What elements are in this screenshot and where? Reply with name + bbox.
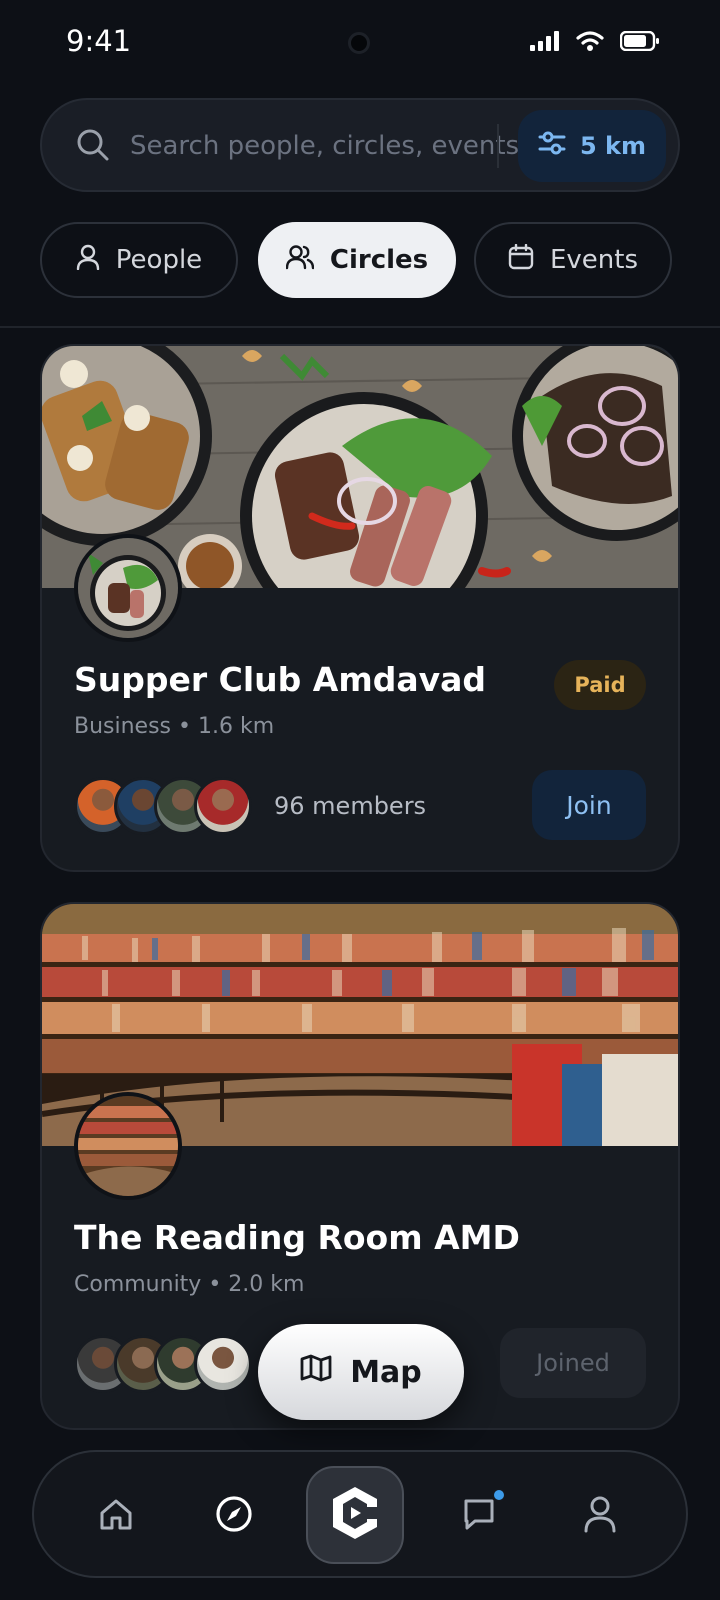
nav-chat[interactable] [452, 1488, 508, 1544]
tab-events[interactable]: Events [474, 222, 672, 298]
app-logo-icon [329, 1485, 381, 1545]
status-icons [530, 30, 660, 56]
header-divider [0, 326, 720, 328]
circle-title: Supper Club Amdavad [74, 660, 487, 699]
wifi-icon [576, 30, 604, 56]
circle-card[interactable]: Supper Club Amdavad Business • 1.6 km Pa… [40, 344, 680, 872]
nav-explore[interactable] [206, 1488, 262, 1544]
members-count: 96 members [274, 792, 427, 820]
circle-title: The Reading Room AMD [74, 1218, 520, 1257]
filter-tabs: People Circles Events [40, 222, 680, 298]
tab-label: Events [549, 245, 639, 275]
circle-meta: Business • 1.6 km [74, 714, 275, 739]
paid-badge: Paid [554, 660, 646, 710]
sliders-icon [538, 131, 566, 161]
member-avatars: 96 members [74, 776, 426, 836]
distance-filter-button[interactable]: 5 km [518, 110, 666, 182]
nav-app-logo[interactable] [306, 1466, 404, 1564]
search-divider [497, 124, 499, 168]
status-time: 9:41 [66, 24, 132, 58]
circle-meta: Community • 2.0 km [74, 1272, 305, 1297]
signal-icon [530, 31, 560, 55]
circle-avatar [74, 1092, 182, 1200]
nav-profile[interactable] [572, 1488, 628, 1544]
avatar [194, 1335, 252, 1393]
home-icon [98, 1496, 134, 1536]
join-button[interactable]: Join [532, 770, 646, 840]
search-input[interactable] [130, 122, 520, 170]
tab-circles[interactable]: Circles [258, 222, 456, 298]
map-button[interactable]: Map [258, 1324, 464, 1420]
profile-icon [583, 1495, 617, 1537]
joined-button[interactable]: Joined [500, 1328, 646, 1398]
notification-dot [492, 1488, 506, 1502]
avatar [194, 777, 252, 835]
nav-home[interactable] [88, 1488, 144, 1544]
tab-label: Circles [329, 245, 429, 275]
status-bar: 9:41 [0, 0, 720, 84]
person-icon [76, 244, 100, 277]
front-camera [348, 32, 370, 54]
chat-icon [461, 1496, 499, 1536]
map-button-label: Map [350, 1354, 422, 1390]
group-icon [285, 244, 315, 277]
search-icon [76, 128, 110, 166]
battery-icon [619, 30, 660, 55]
compass-icon [214, 1494, 254, 1538]
calendar-icon [508, 243, 534, 277]
tab-people[interactable]: People [40, 222, 238, 298]
bottom-nav [32, 1450, 688, 1578]
tab-label: People [115, 245, 203, 275]
search-bar: 5 km [40, 98, 680, 192]
circle-avatar [74, 534, 182, 642]
map-icon [300, 1354, 332, 1390]
member-avatars [74, 1334, 252, 1394]
distance-label: 5 km [579, 132, 647, 160]
